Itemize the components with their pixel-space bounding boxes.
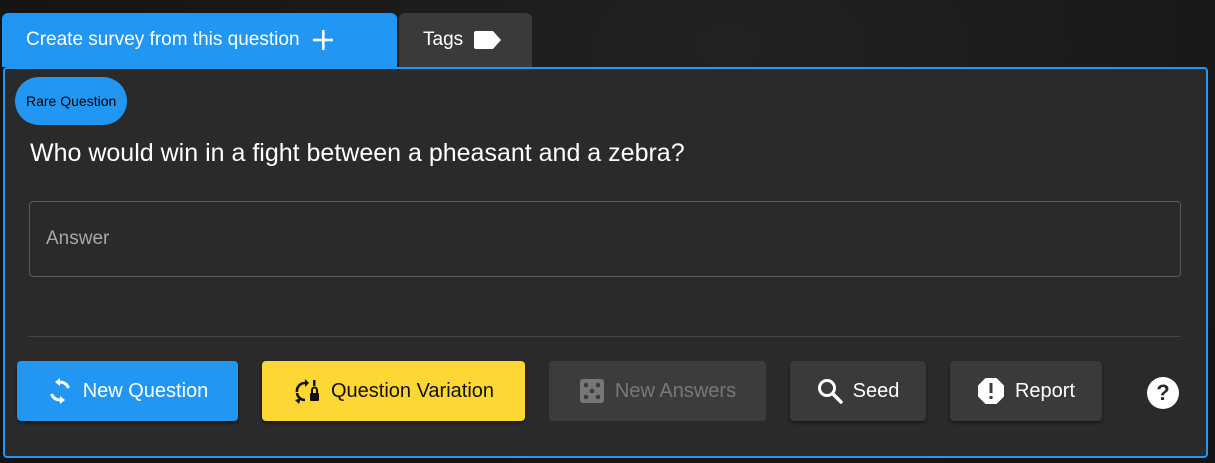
new-answers-button[interactable]: New Answers <box>549 361 766 421</box>
swap-lock-icon <box>293 378 321 404</box>
alert-octagon-icon <box>977 377 1005 405</box>
plus-icon <box>312 29 334 51</box>
new-question-label: New Question <box>82 379 209 402</box>
tags-tab[interactable]: Tags <box>399 13 532 67</box>
dice-icon <box>579 378 605 404</box>
report-button[interactable]: Report <box>950 361 1102 421</box>
seed-label: Seed <box>852 379 900 402</box>
top-tabs: Create survey from this question Tags <box>2 13 532 67</box>
tags-label: Tags <box>423 29 464 50</box>
question-variation-button[interactable]: Question Variation <box>262 361 525 421</box>
answer-input[interactable] <box>29 201 1181 277</box>
search-icon <box>817 378 843 404</box>
question-text: Who would win in a fight between a pheas… <box>30 139 685 167</box>
page: Create survey from this question Tags Ra… <box>0 0 1215 463</box>
divider <box>29 336 1181 337</box>
question-card: Rare Question Who would win in a fight b… <box>3 67 1208 458</box>
rarity-badge: Rare Question <box>15 77 128 125</box>
question-variation-label: Question Variation <box>330 379 495 402</box>
tag-icon <box>473 29 503 51</box>
create-survey-label: Create survey from this question <box>26 29 300 50</box>
refresh-icon <box>47 378 73 404</box>
help-icon[interactable]: ? <box>1147 377 1179 409</box>
seed-button[interactable]: Seed <box>790 361 926 421</box>
new-question-button[interactable]: New Question <box>17 361 238 421</box>
create-survey-button[interactable]: Create survey from this question <box>2 13 397 67</box>
new-answers-label: New Answers <box>614 379 737 402</box>
report-label: Report <box>1014 379 1076 402</box>
